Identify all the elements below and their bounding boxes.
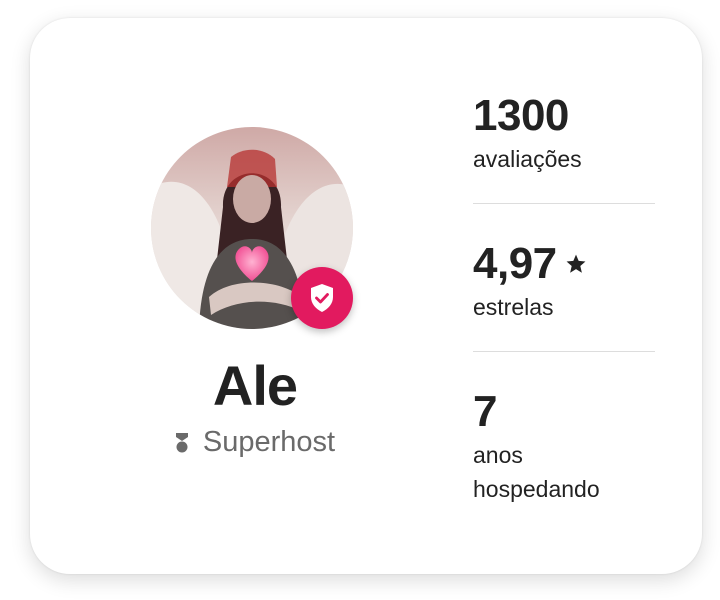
host-name: Ale	[212, 354, 298, 417]
stat-reviews: 1300 avaliações	[473, 92, 655, 176]
shield-check-icon	[311, 284, 333, 312]
stat-years-value: 7	[473, 388, 655, 436]
stat-rating: 4,97 estrelas	[473, 240, 655, 324]
avatar-wrapper[interactable]	[151, 127, 353, 329]
host-profile: Ale Superhost	[30, 18, 480, 574]
stat-rating-label: estrelas	[473, 294, 554, 320]
years-count: 7	[473, 387, 497, 436]
stat-rating-value: 4,97	[473, 240, 655, 288]
stat-reviews-value: 1300	[473, 92, 655, 140]
superhost-medal-icon	[175, 432, 188, 452]
divider	[473, 203, 655, 204]
superhost-label: Superhost	[202, 426, 336, 458]
reviews-count: 1300	[473, 91, 569, 140]
stat-reviews-label: avaliações	[473, 146, 582, 172]
stat-years-label-line2: hospedando	[473, 476, 600, 502]
superhost-badge: Superhost	[30, 426, 480, 459]
star-icon	[566, 254, 586, 273]
divider	[473, 351, 655, 352]
stat-years: 7 anos hospedando	[473, 388, 655, 506]
stat-years-label-line1: anos	[473, 442, 523, 468]
rating-value: 4,97	[473, 239, 557, 288]
verified-badge	[291, 267, 353, 329]
host-card: Ale Superhost 1300 avaliações 4,97 estre…	[30, 18, 702, 574]
